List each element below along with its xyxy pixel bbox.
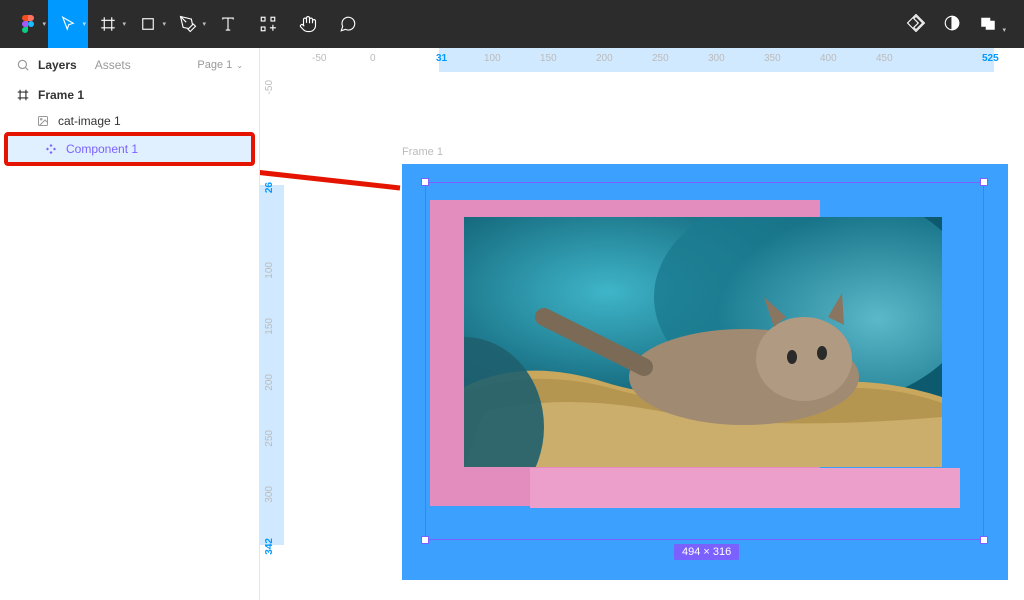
contrast-button[interactable]	[943, 14, 961, 35]
selection-size-badge: 494 × 316	[674, 544, 739, 560]
resources-tool-button[interactable]	[248, 0, 288, 48]
cat-image-placeholder	[464, 217, 942, 467]
comment-tool-button[interactable]	[328, 0, 368, 48]
canvas-component-rect-2[interactable]	[530, 468, 960, 508]
chevron-down-icon: ▾	[42, 20, 46, 28]
tab-layers[interactable]: Layers	[38, 58, 77, 72]
ruler-edge-top: 26	[264, 182, 275, 193]
frame-icon	[16, 88, 30, 102]
top-toolbar: ▾ ▾ ▾ ▾ ▾ ▾	[0, 0, 1024, 48]
page-selector-label: Page 1	[197, 59, 232, 71]
chevron-down-icon: ▾	[82, 20, 86, 28]
layer-label: Component 1	[66, 142, 138, 156]
layer-row-component[interactable]: Component 1	[8, 136, 251, 162]
pen-icon	[179, 15, 197, 33]
frame-icon	[99, 15, 117, 33]
chevron-down-icon: ▾	[1002, 27, 1006, 34]
page-selector[interactable]: Page 1 ⌄	[197, 59, 243, 71]
chevron-down-icon: ▾	[122, 20, 126, 28]
canvas-area[interactable]: 31 -50 0 100 150 200 250 300 350 400 450…	[260, 48, 1024, 600]
left-sidebar: Layers Assets Page 1 ⌄ Frame 1 cat-image…	[0, 48, 260, 600]
hand-tool-button[interactable]	[288, 0, 328, 48]
ruler-vertical: -50 26 100 150 200 250 300 342	[260, 72, 284, 600]
figma-icon	[19, 15, 37, 33]
diamond-icon	[907, 14, 925, 32]
annotation-highlight-box: Component 1	[4, 132, 255, 166]
comment-icon	[339, 15, 357, 33]
layer-row-frame[interactable]: Frame 1	[0, 82, 259, 108]
hand-icon	[299, 15, 317, 33]
canvas-frame-label[interactable]: Frame 1	[402, 146, 443, 158]
chevron-down-icon: ⌄	[236, 61, 243, 70]
ruler-edge-bottom: 342	[264, 538, 275, 555]
figma-menu-button[interactable]: ▾	[8, 0, 48, 48]
image-icon	[36, 114, 50, 128]
contrast-icon	[943, 14, 961, 32]
layer-row-image[interactable]: cat-image 1	[0, 108, 259, 134]
canvas-content[interactable]: Frame 1	[284, 72, 1024, 600]
canvas-image[interactable]	[464, 217, 942, 467]
move-tool-button[interactable]: ▾	[48, 0, 88, 48]
ruler-edge-left: 31	[436, 53, 447, 64]
layer-label: Frame 1	[38, 88, 84, 102]
pen-tool-button[interactable]: ▾	[168, 0, 208, 48]
sidebar-tabs: Layers Assets Page 1 ⌄	[0, 48, 259, 82]
chevron-down-icon: ▾	[162, 20, 166, 28]
chevron-down-icon: ▾	[202, 20, 206, 28]
mask-button[interactable]: ▾	[979, 14, 1006, 35]
rectangle-icon	[139, 15, 157, 33]
tab-assets[interactable]: Assets	[95, 58, 131, 72]
ruler-horizontal: 31 -50 0 100 150 200 250 300 350 400 450…	[284, 48, 1024, 72]
component-icon	[44, 142, 58, 156]
component-action-button[interactable]	[907, 14, 925, 35]
resources-icon	[259, 15, 277, 33]
text-tool-button[interactable]	[208, 0, 248, 48]
shape-tool-button[interactable]: ▾	[128, 0, 168, 48]
text-icon	[219, 15, 237, 33]
layer-label: cat-image 1	[58, 114, 121, 128]
move-icon	[59, 15, 77, 33]
ruler-edge-right: 525	[982, 53, 999, 64]
search-icon[interactable]	[16, 58, 30, 72]
mask-icon	[979, 14, 997, 32]
frame-tool-button[interactable]: ▾	[88, 0, 128, 48]
